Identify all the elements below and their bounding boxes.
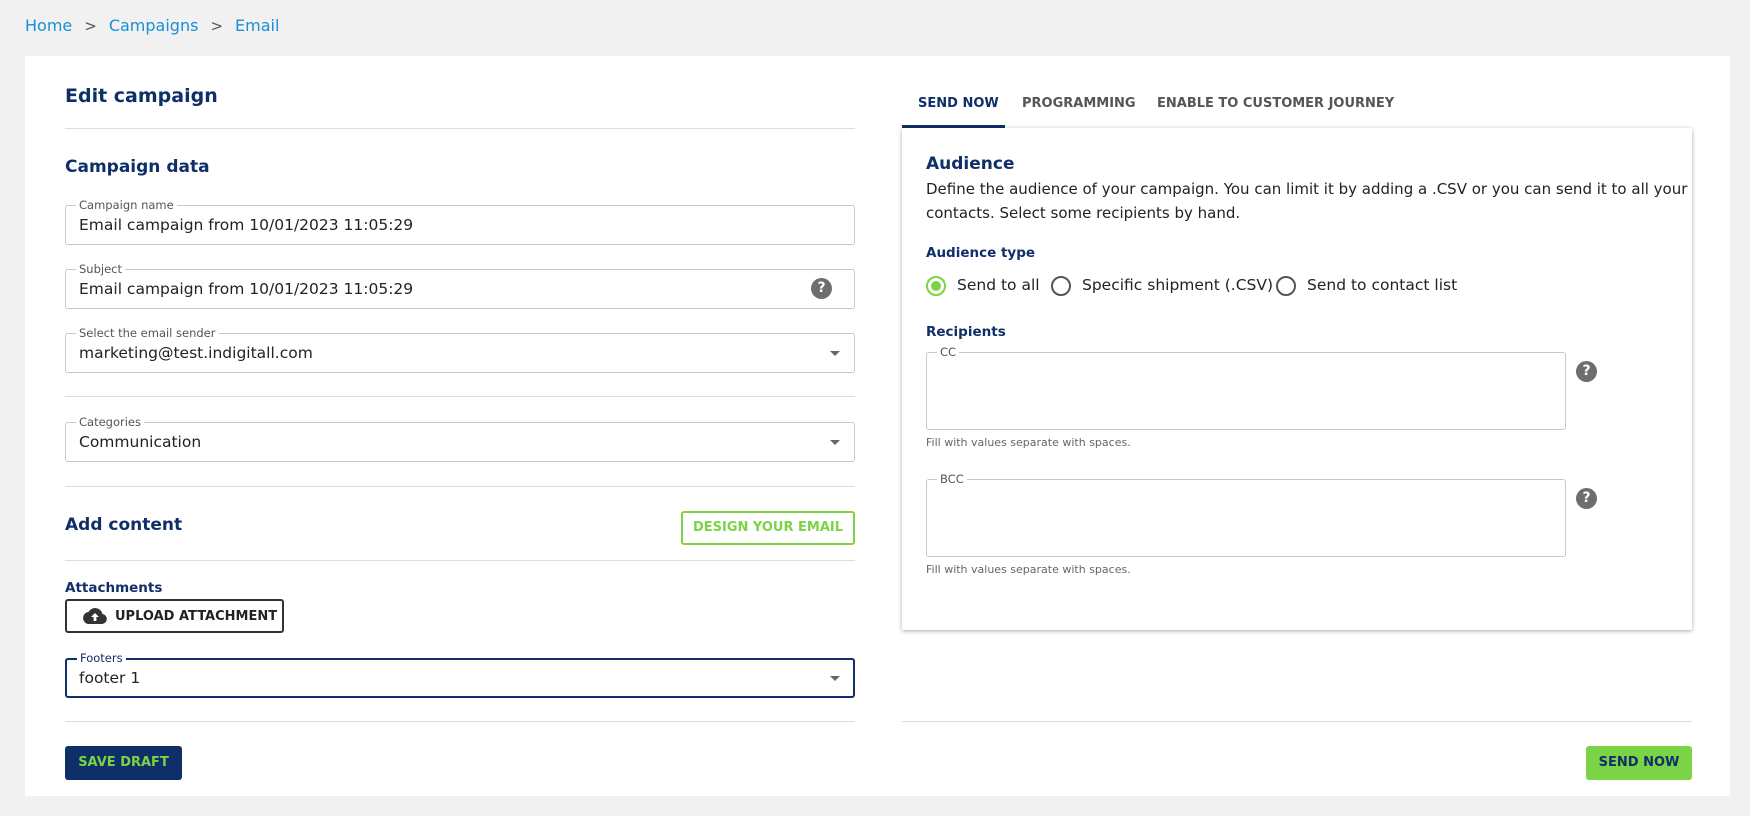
design-email-button[interactable]: DESIGN YOUR EMAIL bbox=[681, 511, 855, 545]
cloud-upload-icon bbox=[83, 607, 107, 624]
send-to-all-label: Send to all bbox=[957, 276, 1040, 294]
divider bbox=[65, 721, 855, 722]
radio-send-to-all[interactable] bbox=[926, 276, 946, 296]
campaign-data-title: Campaign data bbox=[65, 157, 210, 177]
audience-description-line2: contacts. Select some recipients by hand… bbox=[926, 204, 1241, 222]
add-content-title: Add content bbox=[65, 515, 183, 535]
cc-label: CC bbox=[937, 345, 960, 359]
tab-send-now[interactable]: SEND NOW bbox=[918, 96, 999, 111]
subject-value: Email campaign from 10/01/2023 11:05:29 bbox=[79, 280, 414, 298]
breadcrumb-campaigns-link[interactable]: Campaigns bbox=[109, 16, 199, 35]
divider bbox=[902, 721, 1692, 722]
main-card: Edit campaign Campaign data Campaign nam… bbox=[25, 56, 1730, 796]
bcc-field[interactable]: BCC bbox=[926, 472, 1566, 557]
divider bbox=[65, 560, 855, 561]
campaign-name-field[interactable]: Campaign name Email campaign from 10/01/… bbox=[65, 198, 855, 245]
divider bbox=[65, 486, 855, 487]
send-now-button[interactable]: SEND NOW bbox=[1586, 746, 1692, 780]
audience-type-title: Audience type bbox=[926, 245, 1036, 261]
page-title: Edit campaign bbox=[65, 85, 218, 107]
chevron-down-icon bbox=[830, 440, 840, 445]
breadcrumb: Home > Campaigns > Email bbox=[25, 16, 279, 35]
help-icon[interactable]: ? bbox=[811, 278, 832, 299]
footers-select[interactable]: Footers footer 1 bbox=[65, 651, 855, 698]
email-sender-value: marketing@test.indigitall.com bbox=[79, 344, 313, 362]
tab-customer-journey[interactable]: ENABLE TO CUSTOMER JOURNEY bbox=[1157, 96, 1394, 111]
campaign-name-value: Email campaign from 10/01/2023 11:05:29 bbox=[79, 216, 414, 234]
subject-label: Subject bbox=[76, 262, 125, 276]
footers-label: Footers bbox=[77, 651, 126, 665]
divider bbox=[65, 128, 855, 129]
cc-field[interactable]: CC bbox=[926, 345, 1566, 430]
email-sender-label: Select the email sender bbox=[76, 326, 219, 340]
chevron-down-icon bbox=[830, 351, 840, 356]
audience-title: Audience bbox=[926, 154, 1015, 174]
categories-select[interactable]: Categories Communication bbox=[65, 415, 855, 462]
cc-hint: Fill with values separate with spaces. bbox=[926, 436, 1131, 449]
recipients-title: Recipients bbox=[926, 324, 1006, 340]
email-sender-select[interactable]: Select the email sender marketing@test.i… bbox=[65, 326, 855, 373]
divider bbox=[65, 396, 855, 397]
contact-list-label: Send to contact list bbox=[1307, 276, 1458, 294]
breadcrumb-email-link[interactable]: Email bbox=[235, 16, 279, 35]
subject-field[interactable]: Subject Email campaign from 10/01/2023 1… bbox=[65, 262, 855, 309]
breadcrumb-separator: > bbox=[84, 16, 97, 35]
audience-description-line1: Define the audience of your campaign. Yo… bbox=[926, 180, 1688, 198]
categories-label: Categories bbox=[76, 415, 144, 429]
categories-value: Communication bbox=[79, 433, 202, 451]
save-draft-button[interactable]: SAVE DRAFT bbox=[65, 746, 182, 780]
bcc-label: BCC bbox=[937, 472, 967, 486]
help-icon[interactable]: ? bbox=[1576, 488, 1597, 509]
breadcrumb-separator: > bbox=[210, 16, 224, 35]
attachments-title: Attachments bbox=[65, 580, 163, 596]
specific-shipment-label: Specific shipment (.CSV) bbox=[1082, 276, 1274, 294]
campaign-name-label: Campaign name bbox=[76, 198, 177, 212]
help-icon[interactable]: ? bbox=[1576, 361, 1597, 382]
upload-attachment-label: UPLOAD ATTACHMENT bbox=[115, 608, 278, 624]
chevron-down-icon bbox=[830, 676, 840, 681]
upload-attachment-button[interactable]: UPLOAD ATTACHMENT bbox=[65, 599, 284, 633]
audience-panel: Audience Define the audience of your cam… bbox=[902, 128, 1692, 630]
tab-programming[interactable]: PROGRAMMING bbox=[1022, 96, 1136, 111]
breadcrumb-home-link[interactable]: Home bbox=[25, 16, 72, 35]
radio-specific-shipment[interactable] bbox=[1051, 276, 1071, 296]
footers-value: footer 1 bbox=[79, 669, 141, 687]
radio-contact-list[interactable] bbox=[1276, 276, 1296, 296]
bcc-hint: Fill with values separate with spaces. bbox=[926, 563, 1131, 576]
